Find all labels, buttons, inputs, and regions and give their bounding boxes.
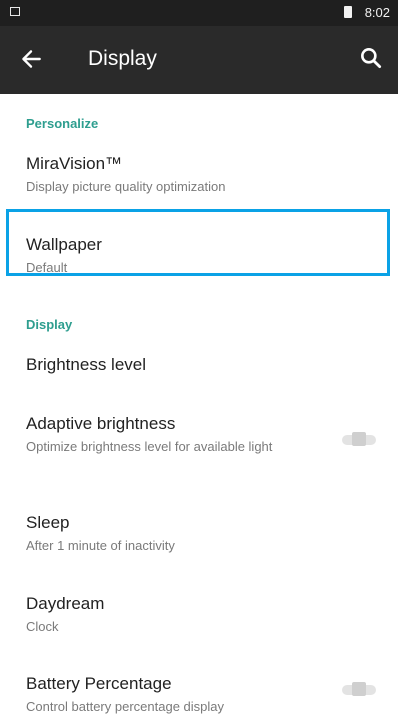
search-icon[interactable] — [358, 45, 384, 71]
battery-icon — [344, 6, 352, 18]
status-bar: 8:02 — [0, 0, 398, 26]
setting-subtitle: Optimize brightness level for available … — [26, 439, 273, 454]
setting-sleep[interactable]: Sleep After 1 minute of inactivity — [0, 513, 398, 557]
section-header-display: Display — [26, 317, 73, 332]
toggle-thumb — [352, 682, 366, 696]
status-time: 8:02 — [364, 5, 390, 20]
setting-wallpaper[interactable]: Wallpaper Default — [0, 235, 398, 275]
setting-miravision[interactable]: MiraVision™ Display picture quality opti… — [0, 154, 398, 198]
setting-subtitle: Clock — [26, 619, 59, 634]
back-arrow-icon[interactable] — [18, 46, 44, 72]
setting-brightness-level[interactable]: Brightness level — [0, 355, 398, 383]
setting-subtitle: Default — [26, 260, 68, 275]
setting-battery-percentage[interactable]: Battery Percentage Control battery perce… — [0, 674, 398, 718]
adaptive-brightness-toggle[interactable] — [342, 432, 378, 446]
setting-title: Sleep — [26, 513, 70, 532]
setting-subtitle: Display picture quality optimization — [26, 179, 226, 194]
setting-title: Brightness level — [26, 355, 147, 374]
toolbar: Display — [0, 26, 398, 94]
setting-title: MiraVision™ — [26, 154, 123, 173]
setting-title: Battery Percentage — [26, 674, 172, 693]
setting-title: Adaptive brightness — [26, 414, 176, 433]
setting-subtitle: After 1 minute of inactivity — [26, 538, 175, 553]
battery-percentage-toggle[interactable] — [342, 682, 378, 696]
setting-title: Wallpaper — [26, 235, 102, 254]
setting-subtitle: Control battery percentage display — [26, 699, 225, 714]
notification-icon — [10, 7, 20, 16]
toggle-thumb — [352, 432, 366, 446]
setting-adaptive-brightness[interactable]: Adaptive brightness Optimize brightness … — [0, 414, 398, 474]
page-title: Display — [88, 47, 157, 70]
section-header-personalize: Personalize — [26, 116, 99, 131]
setting-title: Daydream — [26, 594, 105, 613]
setting-daydream[interactable]: Daydream Clock — [0, 594, 398, 638]
